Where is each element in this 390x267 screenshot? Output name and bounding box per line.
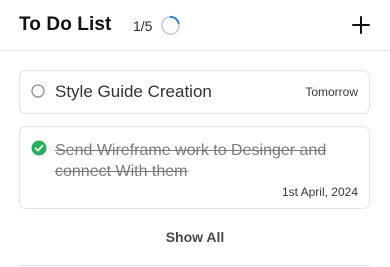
check-circle-icon[interactable] <box>31 140 47 156</box>
header: To Do List 1/5 <box>0 0 390 51</box>
divider <box>19 265 370 266</box>
task-title: Send Wireframe work to Desinger and conn… <box>55 142 327 180</box>
progress-ring-icon <box>161 16 180 35</box>
add-task-button[interactable] <box>350 14 372 36</box>
task-due-date: 1st April, 2024 <box>281 185 358 199</box>
task-card[interactable]: Style Guide Creation Tomorrow <box>19 70 370 114</box>
empty-circle-icon[interactable] <box>31 84 45 98</box>
progress-counter: 1/5 <box>133 18 153 34</box>
show-all-button[interactable]: Show All <box>0 229 390 245</box>
task-due-date: Tomorrow <box>305 85 358 99</box>
page-title: To Do List <box>19 14 112 35</box>
task-title: Style Guide Creation <box>55 82 212 101</box>
task-card[interactable]: Send Wireframe work to Desinger and conn… <box>19 126 370 209</box>
